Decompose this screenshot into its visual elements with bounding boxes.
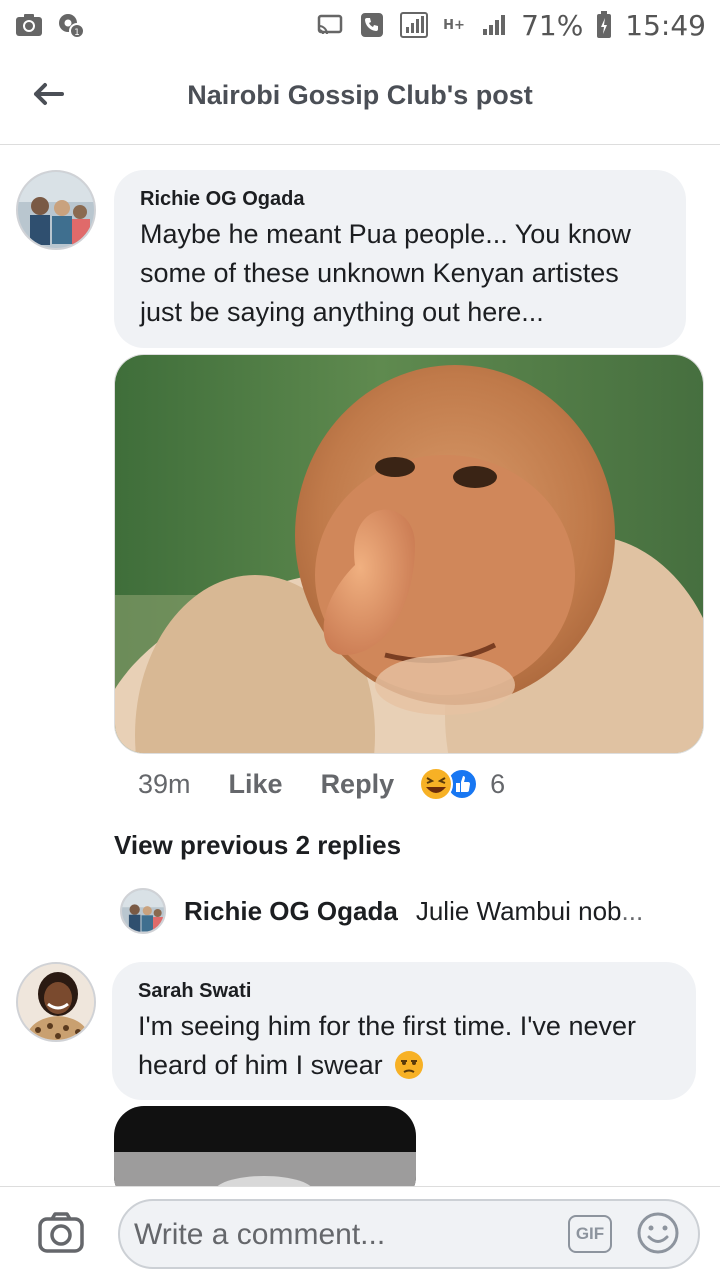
- dark-photo-image: [114, 1106, 416, 1186]
- network-type-icon: H+: [443, 17, 465, 33]
- comment-timestamp[interactable]: 39m: [138, 769, 191, 800]
- smiley-icon: [637, 1212, 679, 1254]
- view-previous-replies-link[interactable]: View previous 2 replies: [114, 830, 401, 861]
- gif-button[interactable]: GIF: [568, 1215, 612, 1253]
- app-bar: Nairobi Gossip Club's post: [0, 50, 720, 145]
- avatar-photo-icon: [18, 172, 94, 248]
- reactions[interactable]: 6: [418, 766, 505, 802]
- reply-text: Julie Wambui nob...: [415, 895, 644, 926]
- screenshot-icon: [14, 12, 44, 38]
- laugh-like-reactions-icon: [419, 767, 479, 801]
- proboscis-monkey-image: [115, 355, 703, 753]
- comment-text: Maybe he meant Pua people... You know so…: [140, 219, 631, 327]
- page-title: Nairobi Gossip Club's post: [187, 80, 533, 110]
- like-button[interactable]: Like: [229, 769, 283, 800]
- battery-percent: 71%: [521, 8, 584, 42]
- reply-preview[interactable]: Richie OG Ogada Julie Wambui nob...: [120, 888, 700, 934]
- comment-image[interactable]: [114, 354, 704, 754]
- reply-avatar[interactable]: [120, 888, 166, 934]
- comment-author[interactable]: Richie OG Ogada: [140, 188, 660, 211]
- comment-thread[interactable]: Richie OG Ogada Maybe he meant Pua peopl…: [0, 146, 720, 1186]
- comment-image[interactable]: [114, 1106, 416, 1186]
- location-settings-icon: 1: [56, 12, 86, 38]
- emoji-button[interactable]: [636, 1211, 680, 1255]
- comment-author[interactable]: Sarah Swati: [138, 980, 670, 1003]
- comment-actions: 39m Like Reply 6: [138, 766, 505, 802]
- status-bar: 1 H+ 71% 15:49: [0, 0, 720, 50]
- reply-author[interactable]: Richie OG Ogada: [184, 896, 398, 927]
- call-icon: [357, 12, 387, 38]
- comment-bubble[interactable]: Richie OG Ogada Maybe he meant Pua peopl…: [114, 170, 686, 348]
- reaction-count: 6: [490, 768, 506, 799]
- avatar[interactable]: [16, 962, 96, 1042]
- reply-button[interactable]: Reply: [321, 769, 395, 800]
- avatar[interactable]: [16, 170, 96, 250]
- status-right: H+ 71% 15:49: [315, 9, 706, 42]
- comment-box[interactable]: GIF: [118, 1199, 700, 1269]
- svg-text:1: 1: [74, 28, 80, 38]
- comment-composer: GIF: [0, 1186, 720, 1280]
- avatar-photo-icon: [18, 964, 94, 1040]
- camera-icon: [38, 1212, 84, 1253]
- clock: 15:49: [625, 8, 706, 42]
- comment-input[interactable]: [134, 1211, 554, 1259]
- avatar-photo-icon: [122, 890, 164, 932]
- comment-text: I'm seeing him for the first time. I've …: [138, 1011, 636, 1080]
- camera-button[interactable]: [38, 1211, 84, 1253]
- battery-charging-icon: [595, 11, 613, 38]
- unamused-face-icon: [395, 1051, 424, 1079]
- cast-icon: [315, 12, 345, 38]
- cell-signal-icon: [479, 12, 509, 38]
- status-left: 1: [14, 12, 86, 38]
- signal-box-icon: [399, 12, 429, 38]
- comment-bubble[interactable]: Sarah Swati I'm seeing him for the first…: [112, 962, 696, 1100]
